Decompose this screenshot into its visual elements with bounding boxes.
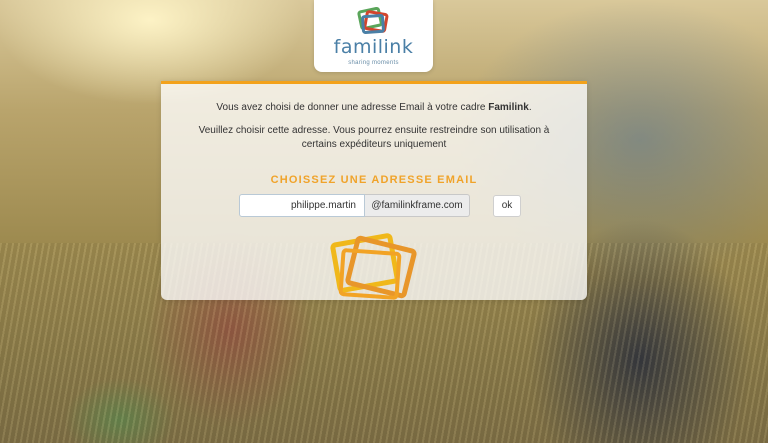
intro-suffix: .	[528, 102, 532, 113]
choose-email-heading: CHOISSEZ UNE ADRESSE EMAIL	[270, 174, 478, 186]
email-local-part-input[interactable]: philippe.martin	[239, 194, 365, 217]
logo-card: familink sharing moments	[314, 0, 433, 72]
instructions-text: Veuillez choisir cette adresse. Vous pou…	[198, 125, 550, 150]
email-setup-panel: Vous avez choisi de donner une adresse E…	[161, 81, 587, 300]
ok-button[interactable]: ok	[493, 195, 521, 217]
brand-name: familink	[333, 36, 414, 58]
intro-prefix: Vous avez choisi de donner une adresse E…	[216, 102, 489, 113]
brand-tagline: sharing moments	[348, 60, 399, 66]
email-domain-addon: @familinkframe.com	[365, 194, 470, 217]
stacked-frames-icon	[330, 233, 417, 300]
intro-brand: Familink	[488, 102, 529, 113]
familink-frames-logo-icon	[357, 6, 389, 35]
intro-text: Vous avez choisi de donner une adresse E…	[161, 102, 587, 113]
